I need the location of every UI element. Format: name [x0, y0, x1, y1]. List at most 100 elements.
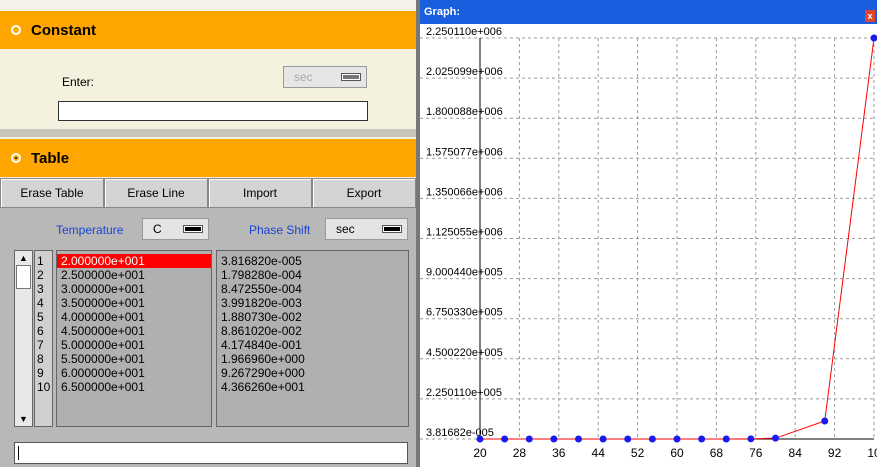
phase-unit-value: sec — [336, 222, 355, 236]
x-tick-label: 36 — [552, 446, 566, 460]
temperature-cell[interactable]: 3.500000e+001 — [57, 296, 211, 310]
data-point — [747, 435, 755, 443]
dropdown-bar-icon — [184, 226, 202, 232]
constant-value-input[interactable] — [58, 101, 368, 121]
row-number: 1 — [37, 254, 44, 268]
temperature-unit-dropdown[interactable]: C — [142, 218, 209, 240]
data-point — [599, 435, 607, 443]
phase-shift-cell[interactable]: 4.174840e-001 — [217, 338, 408, 352]
y-tick-label: 4.500220e+005 — [426, 347, 503, 359]
dropdown-bar-icon — [383, 226, 401, 232]
y-tick-label: 2.250110e+006 — [426, 26, 502, 38]
constant-header[interactable]: Constant — [0, 11, 416, 49]
x-tick-label: 10 — [867, 446, 877, 460]
data-point — [550, 435, 558, 443]
erase-line-button[interactable]: Erase Line — [104, 178, 208, 208]
constant-unit-value: sec — [294, 70, 313, 84]
constant-label: Constant — [31, 21, 96, 39]
temperature-cell[interactable]: 6.500000e+001 — [57, 380, 211, 394]
phase-shift-column-label: Phase Shift — [249, 223, 311, 237]
y-tick-label: 1.125055e+006 — [426, 227, 503, 239]
data-point — [575, 435, 582, 443]
export-button[interactable]: Export — [312, 178, 416, 208]
temperature-cell[interactable]: 4.500000e+001 — [57, 324, 211, 338]
table-radio[interactable] — [11, 153, 21, 163]
phase-shift-cell[interactable]: 8.861020e-002 — [217, 324, 408, 338]
temperature-cell[interactable]: 5.000000e+001 — [57, 338, 211, 352]
data-point — [501, 435, 509, 443]
constant-unit-dropdown[interactable]: sec — [283, 66, 367, 88]
temperature-column-label: Temperature — [56, 223, 124, 237]
data-point — [870, 34, 877, 42]
y-tick-label: 1.800088e+006 — [426, 106, 503, 118]
phase-unit-dropdown[interactable]: sec — [325, 218, 408, 240]
phase-shift-cell[interactable]: 8.472550e-004 — [217, 282, 408, 296]
data-point — [525, 435, 533, 443]
row-number: 4 — [37, 296, 44, 310]
table-scrollbar[interactable]: ▲ ▼ — [14, 250, 33, 427]
temperature-unit-value: C — [153, 222, 162, 236]
row-number: 10 — [37, 380, 51, 394]
scroll-down-icon[interactable]: ▼ — [17, 413, 30, 425]
data-point — [476, 435, 484, 443]
command-input[interactable] — [14, 442, 408, 464]
phase-shift-cell[interactable]: 3.991820e-003 — [217, 296, 408, 310]
constant-radio[interactable] — [11, 25, 21, 35]
y-tick-label: 9.000440e+005 — [426, 267, 503, 279]
temperature-cell[interactable]: 4.000000e+001 — [57, 310, 211, 324]
x-tick-label: 76 — [749, 446, 763, 460]
phase-shift-cell[interactable]: 4.366260e+001 — [217, 380, 408, 394]
left-panel: Constant Enter: sec Table Erase Table Er… — [0, 0, 416, 467]
phase-shift-cell[interactable]: 9.267290e+000 — [217, 366, 408, 380]
x-tick-label: 84 — [789, 446, 803, 460]
scroll-up-icon[interactable]: ▲ — [17, 252, 30, 264]
y-tick-label: 2.025099e+006 — [426, 66, 503, 78]
temperature-column[interactable]: 2.000000e+001 2.500000e+001 3.000000e+001 3… — [56, 250, 212, 427]
temperature-cell[interactable]: 2.500000e+001 — [57, 268, 211, 282]
table-panel: Temperature C Phase Shift sec ▲ ▼ 123456… — [0, 208, 416, 432]
phase-shift-cell[interactable]: 1.798280e-004 — [217, 268, 408, 282]
phase-shift-cell[interactable]: 3.816820e-005 — [217, 254, 408, 268]
constant-panel: Enter: sec — [0, 49, 416, 129]
y-tick-label: 6.750330e+005 — [426, 307, 503, 319]
x-tick-label: 44 — [592, 446, 606, 460]
x-tick-label: 92 — [828, 446, 842, 460]
table-button-row: Erase Table Erase Line Import Export — [0, 178, 416, 208]
temperature-cell[interactable]: 5.500000e+001 — [57, 352, 211, 366]
graph-plot: 3.81682e-005 2.250110e+005 4.500220e+005 6.… — [420, 26, 877, 460]
data-point — [772, 434, 779, 442]
phase-shift-cell[interactable]: 1.880730e-002 — [217, 310, 408, 324]
row-number-column: 1 2 3 4 5 6 7 8 9 10 — [34, 250, 53, 427]
row-number: 6 — [37, 324, 44, 338]
data-point — [673, 435, 681, 443]
y-tick-label: 1.350066e+006 — [426, 186, 503, 198]
row-number: 2 — [37, 268, 44, 282]
status-bar — [0, 432, 416, 467]
temperature-cell[interactable]: 2.000000e+001 — [57, 254, 211, 268]
enter-label: Enter: — [62, 75, 95, 89]
import-button[interactable]: Import — [208, 178, 312, 208]
x-tick-label: 68 — [710, 446, 724, 460]
row-number: 8 — [37, 352, 44, 366]
table-header[interactable]: Table — [0, 139, 416, 177]
scroll-thumb[interactable] — [16, 265, 31, 289]
close-icon[interactable]: x — [865, 10, 875, 22]
data-point — [722, 435, 730, 443]
graph-title-bar: Graph: x — [420, 0, 877, 24]
temperature-cell[interactable]: 6.000000e+001 — [57, 366, 211, 380]
x-tick-label: 52 — [631, 446, 645, 460]
column-header-row: Temperature C Phase Shift sec — [0, 216, 416, 242]
y-tick-label: 1.575077e+006 — [426, 146, 503, 158]
data-point — [821, 417, 829, 425]
row-number: 9 — [37, 366, 44, 380]
erase-table-button[interactable]: Erase Table — [0, 178, 104, 208]
phase-shift-column[interactable]: 3.816820e-005 1.798280e-004 8.472550e-004 3… — [216, 250, 409, 427]
x-tick-label: 28 — [513, 446, 527, 460]
dropdown-bar-icon — [342, 74, 360, 80]
table-label: Table — [31, 149, 70, 167]
row-number: 5 — [37, 310, 44, 324]
phase-shift-cell[interactable]: 1.966960e+000 — [217, 352, 408, 366]
y-tick-label: 2.250110e+005 — [426, 387, 502, 399]
section-divider — [0, 129, 416, 137]
temperature-cell[interactable]: 3.000000e+001 — [57, 282, 211, 296]
